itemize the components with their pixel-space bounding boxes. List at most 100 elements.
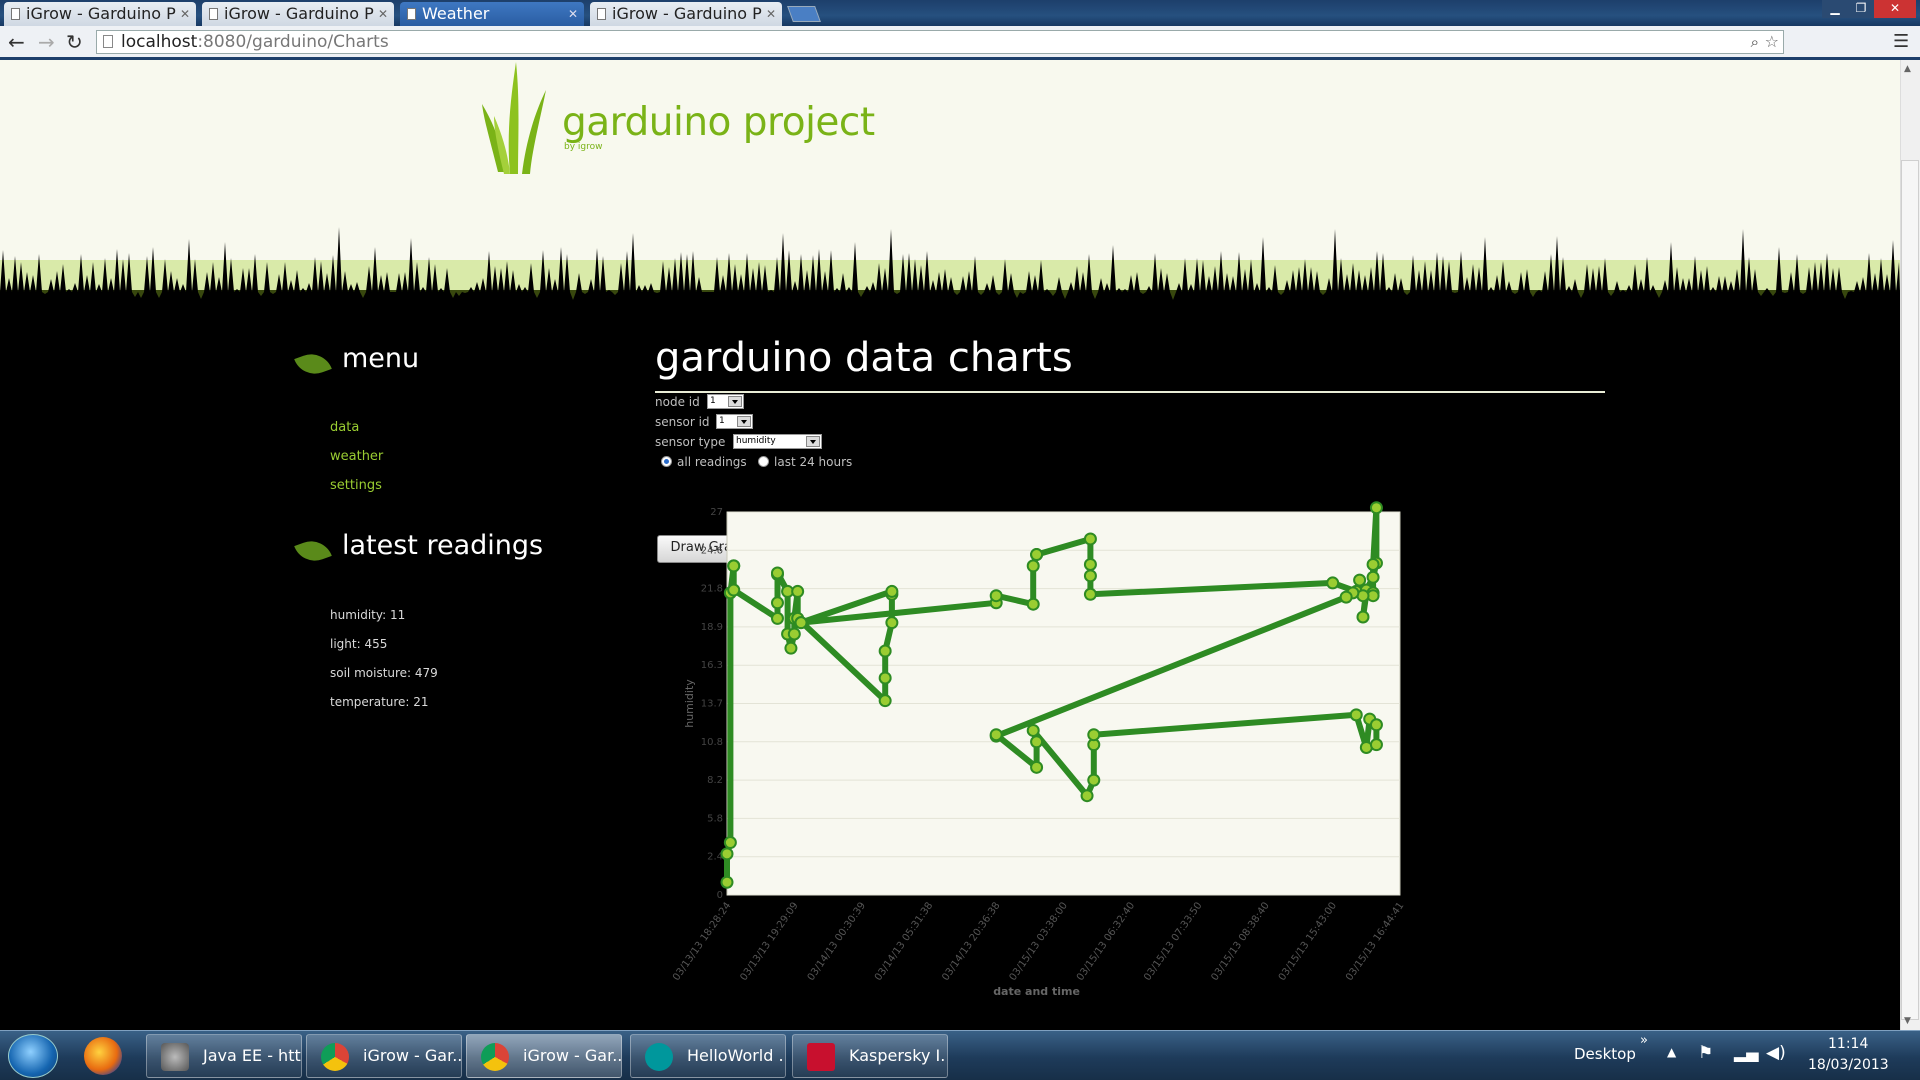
- data-point[interactable]: [791, 584, 805, 598]
- kaspersky-icon: [807, 1043, 835, 1071]
- tab-title: Weather: [422, 4, 490, 23]
- browser-tab[interactable]: iGrow - Garduino P ✕: [202, 2, 394, 26]
- y-tick-label: 10.8: [701, 737, 723, 748]
- data-point[interactable]: [787, 627, 801, 641]
- menu-icon[interactable]: ☰: [1893, 30, 1909, 54]
- data-point[interactable]: [1087, 728, 1101, 742]
- taskbar-item-kaspersky[interactable]: Kaspersky I...: [792, 1034, 948, 1078]
- reload-icon[interactable]: ↻: [66, 30, 83, 54]
- browser-tab[interactable]: iGrow - Garduino P ✕: [590, 2, 782, 26]
- clock-time[interactable]: 11:14: [1828, 1036, 1868, 1052]
- scroll-up-icon[interactable]: ▲: [1904, 64, 1911, 74]
- data-point[interactable]: [727, 583, 741, 597]
- data-point[interactable]: [1326, 576, 1340, 590]
- data-point[interactable]: [727, 559, 741, 573]
- x-tick-label: 03/15/13 03:38:00: [1008, 900, 1070, 983]
- data-point[interactable]: [1030, 548, 1044, 562]
- y-tick-label: 27: [710, 507, 723, 518]
- minimize-icon[interactable]: ▁: [1822, 0, 1848, 18]
- taskbar-item-igrow-1[interactable]: iGrow - Gar...: [306, 1034, 462, 1078]
- humidity-line-chart: 02.45.88.210.813.716.318.921.824.627 03/…: [671, 501, 1406, 998]
- scrollbar-thumb[interactable]: [1901, 160, 1919, 1020]
- volume-icon[interactable]: ◀): [1766, 1043, 1786, 1063]
- y-tick-label: 24.6: [701, 545, 723, 556]
- x-tick-label: 03/15/13 08:38:40: [1209, 900, 1271, 983]
- taskbar-item-java-ee[interactable]: Java EE - htt...: [146, 1034, 302, 1078]
- tab-close-icon[interactable]: ✕: [568, 2, 578, 26]
- chrome-icon: [481, 1043, 509, 1071]
- data-point[interactable]: [1366, 570, 1380, 584]
- data-point[interactable]: [784, 641, 798, 655]
- y-axis-title: humidity: [683, 679, 696, 728]
- data-point[interactable]: [770, 596, 784, 610]
- network-icon[interactable]: ▂▄: [1734, 1043, 1759, 1062]
- restore-icon[interactable]: ❐: [1848, 0, 1874, 18]
- tab-close-icon[interactable]: ✕: [766, 2, 776, 26]
- new-tab-button[interactable]: [787, 6, 821, 22]
- windows-start-button[interactable]: [8, 1034, 58, 1078]
- y-tick-label: 16.3: [701, 660, 723, 671]
- data-point[interactable]: [1030, 760, 1044, 774]
- back-arrow-icon[interactable]: ←: [8, 30, 25, 54]
- tab-close-icon[interactable]: ✕: [180, 2, 190, 26]
- browser-tab-active[interactable]: Weather ✕: [400, 2, 584, 26]
- page-icon: [103, 35, 113, 48]
- data-point[interactable]: [1026, 597, 1040, 611]
- data-point[interactable]: [878, 671, 892, 685]
- data-point[interactable]: [723, 836, 737, 850]
- tray-expand-icon[interactable]: ▲: [1667, 1045, 1676, 1059]
- data-point[interactable]: [878, 694, 892, 708]
- x-tick-label: 03/15/13 16:44:41: [1344, 900, 1406, 983]
- data-point[interactable]: [1080, 789, 1094, 803]
- bookmark-star-icon[interactable]: ☆: [1765, 31, 1779, 53]
- address-bar[interactable]: localhost:8080/garduino/Charts ⌕ ☆: [96, 30, 1784, 54]
- y-tick-label: 13.7: [701, 699, 723, 710]
- data-point[interactable]: [720, 875, 734, 889]
- data-point[interactable]: [720, 847, 734, 861]
- desktop-toolbar-label[interactable]: Desktop: [1574, 1045, 1636, 1063]
- scroll-down-icon[interactable]: ▼: [1904, 1016, 1911, 1026]
- data-point[interactable]: [1369, 718, 1383, 732]
- data-point[interactable]: [1026, 723, 1040, 737]
- taskbar-item-helloworld[interactable]: HelloWorld ...: [630, 1034, 786, 1078]
- data-point[interactable]: [885, 584, 899, 598]
- data-point[interactable]: [794, 616, 808, 630]
- data-point[interactable]: [1083, 569, 1097, 583]
- data-point[interactable]: [1083, 532, 1097, 546]
- zoom-icon[interactable]: ⌕: [1751, 31, 1759, 53]
- data-point[interactable]: [1369, 501, 1383, 515]
- data-point[interactable]: [989, 728, 1003, 742]
- browser-toolbar: ← → ↻ localhost:8080/garduino/Charts ⌕ ☆…: [0, 26, 1920, 60]
- data-point[interactable]: [770, 611, 784, 625]
- forward-arrow-icon[interactable]: →: [38, 30, 55, 54]
- data-point[interactable]: [770, 566, 784, 580]
- data-point[interactable]: [885, 616, 899, 630]
- page-icon: [407, 8, 416, 20]
- data-point[interactable]: [1083, 557, 1097, 571]
- data-point[interactable]: [1349, 708, 1363, 722]
- data-point[interactable]: [1030, 735, 1044, 749]
- close-window-icon[interactable]: ✕: [1874, 0, 1916, 18]
- data-point[interactable]: [1353, 573, 1367, 587]
- data-point[interactable]: [1339, 590, 1353, 604]
- data-point[interactable]: [1026, 559, 1040, 573]
- data-point[interactable]: [1369, 738, 1383, 752]
- data-point[interactable]: [1083, 587, 1097, 601]
- double-chevron-icon[interactable]: »: [1640, 1033, 1648, 1048]
- data-point[interactable]: [1087, 773, 1101, 787]
- flag-icon[interactable]: ⚑: [1698, 1043, 1713, 1063]
- taskbar-item-igrow-2[interactable]: iGrow - Gar...: [466, 1034, 622, 1078]
- firefox-icon[interactable]: [84, 1037, 122, 1075]
- y-tick-label: 21.8: [701, 584, 723, 595]
- y-tick-label: 18.9: [701, 622, 723, 633]
- clock-date[interactable]: 18/03/2013: [1808, 1057, 1889, 1073]
- data-point[interactable]: [1366, 557, 1380, 571]
- browser-tab[interactable]: iGrow - Garduino P ✕: [4, 2, 196, 26]
- data-point[interactable]: [989, 589, 1003, 603]
- gear-icon: [161, 1043, 189, 1071]
- x-tick-label: 03/15/13 07:33:50: [1142, 900, 1204, 983]
- data-point[interactable]: [1356, 610, 1370, 624]
- data-point[interactable]: [878, 644, 892, 658]
- tab-close-icon[interactable]: ✕: [378, 2, 388, 26]
- url-path: :8080/garduino/Charts: [197, 32, 389, 52]
